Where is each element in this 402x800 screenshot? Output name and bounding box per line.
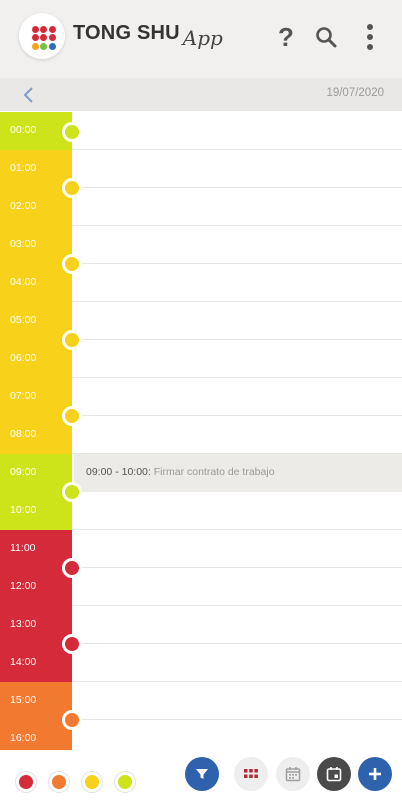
- logo-dot: [40, 25, 47, 33]
- hour-row[interactable]: 06:00: [0, 340, 402, 378]
- current-date: 19/07/2020: [326, 87, 384, 99]
- more-vertical-icon[interactable]: [356, 22, 384, 52]
- hour-label: 02:00: [10, 200, 37, 212]
- hour-label: 04:00: [10, 276, 37, 288]
- logo-dot: [31, 34, 39, 41]
- hour-label: 10:00: [10, 504, 37, 516]
- hour-row[interactable]: 05:00: [0, 302, 402, 340]
- hour-row[interactable]: 13:00: [0, 606, 402, 644]
- hour-row[interactable]: 01:00: [0, 150, 402, 188]
- hour-row[interactable]: 10:00: [0, 492, 402, 530]
- hour-color-block: 12:00: [0, 568, 72, 606]
- hour-row[interactable]: 07:00: [0, 378, 402, 416]
- hour-color-block: 03:00: [0, 226, 72, 264]
- hour-color-block: 04:00: [0, 264, 72, 302]
- hour-color-block: 10:00: [0, 492, 72, 530]
- logo-dot: [48, 34, 56, 41]
- app-title-text: TONG SHU: [73, 22, 180, 44]
- filter-icon: [196, 769, 208, 779]
- period-node: [62, 710, 82, 730]
- hour-color-block: 09:00: [0, 454, 72, 492]
- period-node: [62, 406, 82, 426]
- search-icon[interactable]: [312, 22, 340, 52]
- hour-color-block: 02:00: [0, 188, 72, 226]
- hour-label: 13:00: [10, 618, 37, 630]
- event-time: 09:00 - 10:00:: [86, 466, 151, 478]
- filter-button[interactable]: [185, 757, 219, 791]
- hour-color-block: 08:00: [0, 416, 72, 454]
- day-timeline[interactable]: 16:00 15:00 14:00 13:00 12:00 11:00 10:00 09:00…: [0, 112, 402, 758]
- period-node: [62, 254, 82, 274]
- hour-row[interactable]: 02:00: [0, 188, 402, 226]
- hour-label: 06:00: [10, 352, 37, 364]
- logo-dot: [48, 42, 56, 50]
- legend-dot-orange[interactable]: [49, 772, 69, 792]
- hour-row[interactable]: 12:00: [0, 568, 402, 606]
- hour-color-block: 14:00: [0, 644, 72, 682]
- date-bar: 19/07/2020: [0, 78, 402, 111]
- hour-label: 03:00: [10, 238, 37, 250]
- hour-row[interactable]: 11:00: [0, 530, 402, 568]
- hour-label: 12:00: [10, 580, 37, 592]
- event-text: 09:00 - 10:00: Firmar contrato de trabaj…: [86, 466, 275, 478]
- logo-dot: [40, 42, 47, 50]
- period-node: [62, 178, 82, 198]
- legend-dot-lime[interactable]: [115, 772, 135, 792]
- app-title-suffix: App: [182, 26, 223, 50]
- period-node: [62, 634, 82, 654]
- hour-label: 09:00: [10, 466, 37, 478]
- hour-label: 14:00: [10, 656, 37, 668]
- hour-label: 05:00: [10, 314, 37, 326]
- logo-dot: [31, 25, 39, 33]
- logo-dot: [40, 34, 47, 41]
- calendar-today-button[interactable]: [317, 757, 351, 791]
- calendar-today-icon: [326, 767, 342, 782]
- hour-label: 15:00: [10, 694, 37, 706]
- period-node: [62, 482, 82, 502]
- period-node: [62, 330, 82, 350]
- logo-icon[interactable]: [19, 13, 65, 59]
- hour-label: 11:00: [10, 542, 36, 554]
- legend-dot-yellow[interactable]: [82, 772, 102, 792]
- hour-row[interactable]: 08:00: [0, 416, 402, 454]
- app-header: TONG SHU App ?: [0, 0, 402, 78]
- hour-color-block: 11:00: [0, 530, 72, 568]
- hour-row[interactable]: 15:00: [0, 682, 402, 720]
- hour-row[interactable]: 04:00: [0, 264, 402, 302]
- hour-color-block: 07:00: [0, 378, 72, 416]
- legend-dot-red[interactable]: [16, 772, 36, 792]
- grid-view-button[interactable]: [234, 757, 268, 791]
- hour-color-block: 15:00: [0, 682, 72, 720]
- event-title: Firmar contrato de trabajo: [153, 466, 275, 478]
- hour-label: 07:00: [10, 390, 37, 402]
- add-icon: [369, 768, 381, 780]
- hour-color-block: 06:00: [0, 340, 72, 378]
- hour-label: 16:00: [10, 732, 37, 744]
- help-icon[interactable]: ?: [272, 22, 300, 52]
- calendar-button[interactable]: [276, 757, 310, 791]
- logo-dot: [31, 42, 39, 50]
- period-node: [62, 122, 82, 142]
- app-title: TONG SHU App: [73, 20, 223, 56]
- event-item[interactable]: 09:00 - 10:00: Firmar contrato de trabaj…: [74, 454, 402, 492]
- hour-label: 00:00: [10, 124, 37, 136]
- calendar-icon: [285, 767, 301, 782]
- hour-row[interactable]: 03:00: [0, 226, 402, 264]
- hour-color-block: 13:00: [0, 606, 72, 644]
- hour-color-block: 05:00: [0, 302, 72, 340]
- grid-view-icon: [244, 769, 258, 778]
- hour-row[interactable]: 00:00: [0, 112, 402, 150]
- period-node: [62, 558, 82, 578]
- logo-dot: [48, 25, 56, 33]
- hour-row[interactable]: 14:00: [0, 644, 402, 682]
- add-button[interactable]: [358, 757, 392, 791]
- chevron-left-icon[interactable]: [20, 85, 38, 105]
- hour-color-block: 01:00: [0, 150, 72, 188]
- hour-label: 01:00: [10, 162, 37, 174]
- hour-label: 08:00: [10, 428, 37, 440]
- app-root: TONG SHU App ? 19/07/2020 16:00 15:00 14:00…: [0, 0, 402, 800]
